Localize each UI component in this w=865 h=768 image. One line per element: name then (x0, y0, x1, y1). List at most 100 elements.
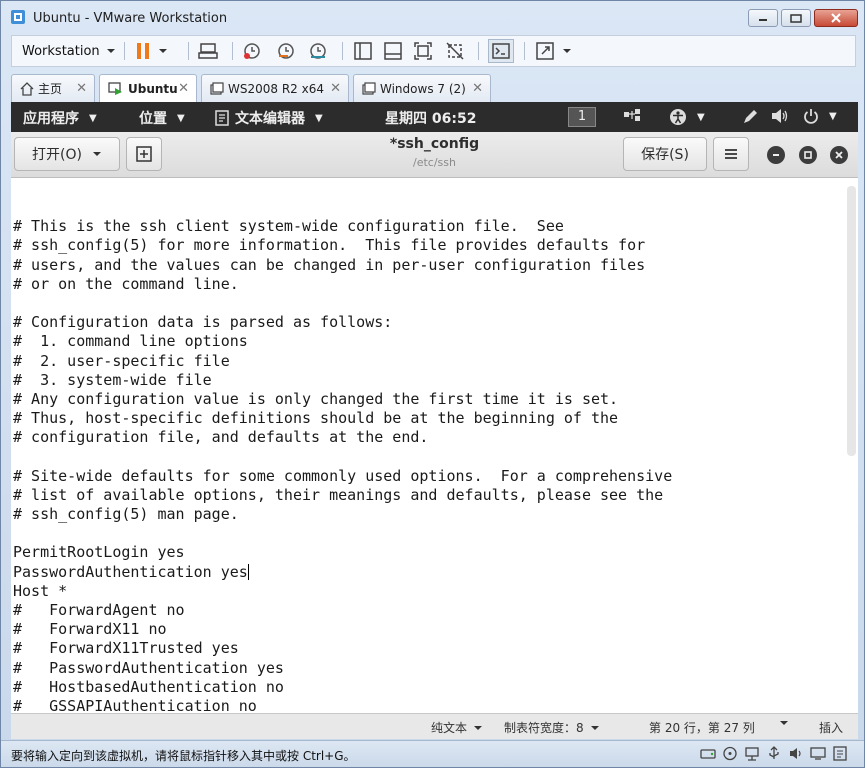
workspace-indicator[interactable]: 1 (568, 107, 596, 127)
chevron-down-icon (159, 49, 167, 53)
code-line[interactable]: # users, and the values can be changed i… (13, 256, 672, 275)
snapshot-manager-button[interactable] (308, 36, 328, 66)
code-line[interactable]: # Thus, host-specific definitions should… (13, 409, 672, 428)
revert-snapshot-button[interactable] (276, 36, 296, 66)
insert-mode[interactable]: 插入 (819, 719, 843, 736)
close-button[interactable] (814, 9, 858, 27)
tab-ubuntu[interactable]: Ubuntu ✕ (99, 74, 197, 102)
host-status-bar: 要将输入定向到该虚拟机，请将鼠标指针移入其中或按 Ctrl+G。 (1, 740, 864, 767)
workstation-menu[interactable]: Workstation (22, 36, 116, 66)
minimize-button[interactable] (748, 9, 778, 27)
volume-indicator[interactable] (771, 108, 789, 124)
code-line[interactable]: Host * (13, 582, 672, 601)
vertical-scrollbar[interactable] (847, 186, 856, 456)
snapshot-button[interactable] (242, 36, 262, 66)
code-line[interactable] (13, 524, 672, 543)
guest-display[interactable]: 应用程序 ▼ 位置 ▼ 文本编辑器 ▼ 星期四 06:52 1 ▼ ▼ 打开(O… (11, 102, 858, 739)
console-icon (492, 43, 510, 59)
cd-dvd-icon[interactable] (722, 746, 738, 761)
save-button[interactable]: 保存(S) (623, 137, 707, 171)
network-adapter-icon[interactable] (744, 746, 760, 761)
thumbnail-bar-button[interactable] (384, 36, 402, 66)
text-editor-area[interactable]: # This is the ssh client system-wide con… (11, 178, 858, 713)
pause-button[interactable] (136, 36, 168, 66)
vmware-app-icon (11, 10, 25, 24)
code-line[interactable]: # This is the ssh client system-wide con… (13, 217, 672, 236)
code-line[interactable] (13, 198, 672, 217)
caret-down-icon: ▼ (89, 112, 97, 124)
stretch-guest-button[interactable] (536, 36, 572, 66)
tab-close-icon[interactable]: ✕ (76, 81, 87, 96)
code-line[interactable]: # or on the command line. (13, 275, 672, 294)
show-library-button[interactable] (354, 36, 372, 66)
tab-close-icon[interactable]: ✕ (178, 81, 189, 96)
tab-windows7[interactable]: Windows 7 (2) ✕ (353, 74, 491, 102)
code-line[interactable]: # HostbasedAuthentication no (13, 678, 672, 697)
title-bar: Ubuntu - VMware Workstation (1, 1, 864, 33)
tab-home[interactable]: 主页 ✕ (11, 74, 95, 102)
cursor-position[interactable]: 第 20 行，第 27 列 (649, 719, 755, 736)
code-line[interactable]: # 1. command line options (13, 332, 672, 351)
minimize-icon (773, 154, 779, 156)
code-line[interactable]: # ssh_config(5) man page. (13, 505, 672, 524)
code-line[interactable]: # Any configuration value is only change… (13, 390, 672, 409)
code-line[interactable]: # configuration file, and defaults at th… (13, 428, 672, 447)
hard-disk-icon[interactable] (700, 746, 716, 761)
unity-icon (446, 42, 464, 60)
code-text[interactable]: # This is the ssh client system-wide con… (13, 198, 672, 713)
editor-status-bar: 纯文本 制表符宽度：8 第 20 行，第 27 列 插入 (11, 713, 858, 739)
unity-button[interactable] (446, 36, 464, 66)
maximize-icon (804, 151, 812, 159)
code-line[interactable]: # Site-wide defaults for some commonly u… (13, 467, 672, 486)
tab-width-selector[interactable]: 制表符宽度：8 (504, 719, 600, 736)
workstation-label: Workstation (22, 43, 100, 59)
text-editor-app-menu[interactable]: 文本编辑器 ▼ (215, 108, 323, 128)
code-line[interactable]: # ForwardAgent no (13, 601, 672, 620)
tab-close-icon[interactable]: ✕ (472, 81, 483, 96)
tab-ws2008[interactable]: WS2008 R2 x64 ✕ (201, 74, 349, 102)
code-line[interactable]: PasswordAuthentication yes (13, 563, 672, 582)
syntax-selector[interactable]: 纯文本 (431, 719, 483, 736)
code-line[interactable] (13, 294, 672, 313)
sound-card-icon[interactable] (788, 746, 804, 761)
close-editor-button[interactable] (830, 146, 848, 164)
power-menu[interactable]: ▼ (803, 108, 837, 124)
places-menu[interactable]: 位置 ▼ (139, 108, 185, 128)
power-icon (804, 109, 818, 124)
save-label: 保存(S) (641, 147, 689, 163)
code-line[interactable]: # PasswordAuthentication yes (13, 659, 672, 678)
position-menu[interactable] (779, 719, 789, 727)
code-line[interactable]: # ForwardX11 no (13, 620, 672, 639)
home-icon (20, 81, 34, 96)
maximize-editor-button[interactable] (799, 146, 817, 164)
code-line[interactable]: PermitRootLogin yes (13, 543, 672, 562)
full-screen-button[interactable] (414, 36, 432, 66)
maximize-button[interactable] (781, 9, 811, 27)
code-line[interactable]: # list of available options, their meani… (13, 486, 672, 505)
network-indicator[interactable] (623, 108, 641, 122)
code-line[interactable]: # Configuration data is parsed as follow… (13, 313, 672, 332)
applications-menu[interactable]: 应用程序 ▼ (23, 108, 97, 128)
syntax-label: 纯文本 (431, 721, 468, 735)
code-line[interactable]: # ssh_config(5) for more information. Th… (13, 236, 672, 255)
message-log-icon[interactable] (832, 746, 848, 761)
gedit-header-bar: 打开(O) *ssh_config /etc/ssh 保存(S) (11, 132, 858, 178)
code-line[interactable]: # GSSAPIAuthentication no (13, 697, 672, 713)
code-line[interactable] (13, 447, 672, 466)
code-line[interactable]: # 3. system-wide file (13, 371, 672, 390)
tab-close-icon[interactable]: ✕ (330, 81, 341, 96)
display-icon[interactable] (810, 746, 826, 761)
usb-icon[interactable] (766, 746, 782, 761)
vmware-window: Ubuntu - VMware Workstation Workstation (0, 0, 865, 768)
console-view-button[interactable] (488, 39, 514, 63)
window-title: Ubuntu - VMware Workstation (33, 11, 228, 26)
hamburger-menu-button[interactable] (713, 137, 749, 171)
accessibility-menu[interactable]: ▼ (669, 108, 705, 126)
send-ctrl-alt-del-button[interactable] (198, 36, 218, 66)
input-method-indicator[interactable] (741, 108, 759, 126)
clock[interactable]: 星期四 06:52 (385, 108, 476, 128)
minimize-editor-button[interactable] (767, 146, 785, 164)
code-line[interactable]: # 2. user-specific file (13, 352, 672, 371)
revert-snapshot-icon (278, 43, 294, 59)
code-line[interactable]: # ForwardX11Trusted yes (13, 639, 672, 658)
